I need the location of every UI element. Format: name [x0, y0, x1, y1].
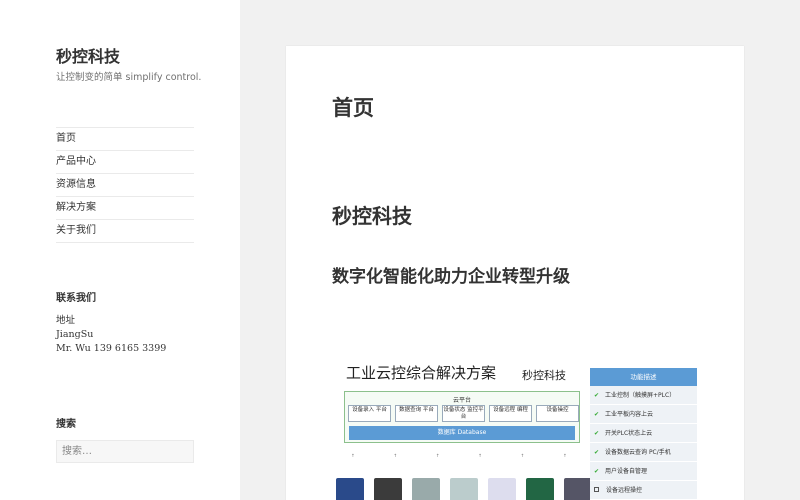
- nav-item-solutions[interactable]: 解决方案: [56, 197, 194, 220]
- circuit-board-image: [526, 478, 554, 500]
- flow-arrow-icon: ↑: [563, 454, 567, 459]
- motor-device-image: [412, 478, 440, 500]
- flow-arrows: ↑ ↑ ↑ ↑ ↑ ↑: [336, 454, 582, 460]
- function-item: 设备远程操控: [590, 481, 697, 500]
- flow-arrow-icon: ↑: [478, 454, 483, 459]
- tablet-device-image: [336, 478, 364, 500]
- function-panel: 功能描述 ✔ 工业控制（触摸屏+PLC） ✔ 工业平板内容上云 ✔ 开关PLC状态上云…: [590, 368, 697, 500]
- cloud-module: 设备远程 编程: [489, 405, 532, 422]
- function-item: ✔ 开关PLC状态上云: [590, 424, 697, 443]
- gauge-device-image: [450, 478, 478, 500]
- page-title: 首页: [332, 95, 374, 120]
- search-input[interactable]: [56, 440, 194, 463]
- cloud-platform-modules: 设备录入 平台 数据查询 平台 设备状态 监控平台 设备远程 编程 设备操控: [348, 405, 579, 422]
- function-item: ✔ 设备数据云查询 PC/手机: [590, 443, 697, 462]
- cloud-module: 数据查询 平台: [395, 405, 438, 422]
- function-item-label: 开关PLC状态上云: [605, 430, 653, 437]
- function-panel-header: 功能描述: [590, 368, 697, 386]
- cloud-platform-box: 云平台 设备录入 平台 数据查询 平台 设备状态 监控平台 设备远程 编程 设备…: [344, 391, 580, 443]
- function-item-label: 用户设备自管理: [605, 468, 648, 475]
- content-heading-slogan: 数字化智能化助力企业转型升级: [332, 267, 570, 287]
- infographic-brand: 秒控科技: [522, 369, 566, 382]
- site-title[interactable]: 秒控科技: [56, 43, 120, 67]
- solution-infographic: 工业云控综合解决方案 秒控科技 云平台 设备录入 平台 数据查询 平台 设备状态…: [332, 360, 698, 500]
- check-icon: ✔: [594, 430, 600, 437]
- cloud-module: 设备状态 监控平台: [442, 405, 485, 422]
- function-item-label: 设备数据云查询 PC/手机: [605, 449, 671, 456]
- flow-arrow-icon: ↑: [393, 454, 398, 459]
- nav-item-products[interactable]: 产品中心: [56, 151, 194, 174]
- database-bar: 数据库 Database: [349, 426, 575, 440]
- flow-arrow-icon: ↑: [351, 454, 355, 459]
- contact-widget-title: 联系我们: [56, 293, 96, 304]
- function-item: ✔ 用户设备自管理: [590, 462, 697, 481]
- contact-line-phone: Mr. Wu 139 6165 3399: [56, 343, 167, 354]
- site-description: 让控制变的简单 simplify control.: [56, 72, 202, 83]
- nav-item-home[interactable]: 首页: [56, 128, 194, 151]
- contact-line-region: JiangSu: [56, 329, 94, 340]
- controller-device-image: [374, 478, 402, 500]
- flow-arrow-icon: ↑: [435, 454, 440, 459]
- nav-item-resources[interactable]: 资源信息: [56, 174, 194, 197]
- cloud-module: 设备录入 平台: [348, 405, 391, 422]
- function-item: ✔ 工业控制（触摸屏+PLC）: [590, 386, 697, 405]
- contact-line-address: 地址: [56, 315, 76, 326]
- flow-arrow-icon: ↑: [520, 454, 525, 459]
- search-widget-title: 搜索: [56, 419, 76, 430]
- contact-address: 地址 JiangSu Mr. Wu 139 6165 3399: [56, 314, 166, 356]
- sensor-device-image: [564, 478, 592, 500]
- device-images: [336, 478, 592, 500]
- function-item: ✔ 工业平板内容上云: [590, 405, 697, 424]
- checkbox-empty-icon: [594, 487, 599, 492]
- main-navigation: 首页 产品中心 资源信息 解决方案 关于我们: [56, 127, 194, 243]
- content-heading-company: 秒控科技: [332, 204, 412, 228]
- function-list: ✔ 工业控制（触摸屏+PLC） ✔ 工业平板内容上云 ✔ 开关PLC状态上云 ✔ 设备数…: [590, 386, 697, 500]
- infographic-title: 工业云控综合解决方案: [346, 364, 497, 382]
- check-icon: ✔: [594, 411, 600, 418]
- function-item-label: 工业平板内容上云: [605, 411, 654, 418]
- function-item-label: 工业控制（触摸屏+PLC）: [605, 392, 676, 399]
- main-content: 首页 秒控科技 数字化智能化助力企业转型升级 工业云控综合解决方案 秒控科技 云…: [286, 46, 744, 500]
- check-icon: ✔: [594, 392, 600, 399]
- cloud-module: 设备操控: [536, 405, 579, 422]
- check-icon: ✔: [594, 449, 600, 456]
- cloud-platform-label: 云平台: [452, 397, 471, 404]
- check-icon: ✔: [594, 468, 600, 475]
- panel-device-image: [488, 478, 516, 500]
- function-item-label: 设备远程操控: [606, 487, 643, 494]
- nav-item-about[interactable]: 关于我们: [56, 220, 194, 243]
